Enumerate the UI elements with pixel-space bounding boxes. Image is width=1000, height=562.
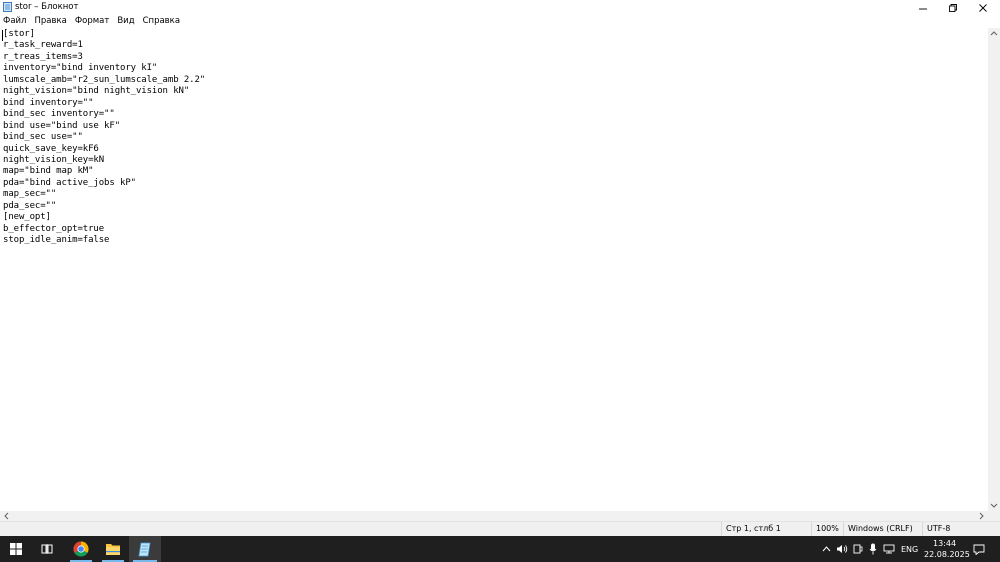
status-zoom: 100% [811,522,839,536]
editor-line[interactable]: inventory="bind inventory kI" [3,63,205,74]
editor-line[interactable]: quick_save_key=kF6 [3,144,205,155]
notepad-icon [3,2,12,12]
clock-date[interactable]: 22.08.2025 [924,550,970,559]
network-icon[interactable] [883,544,896,554]
title-bar[interactable]: stor – Блокнот [0,0,1000,15]
editor-line[interactable]: bind use="bind use kF" [3,121,205,132]
scrollbar-corner [988,511,1000,521]
scroll-down-arrow-icon[interactable] [990,503,998,509]
taskbar-file-explorer[interactable] [98,536,128,562]
editor-line[interactable]: night_vision="bind night_vision kN" [3,86,205,97]
editor-line[interactable]: map="bind map kM" [3,166,205,177]
menu-bar: Файл Правка Формат Вид Справка [0,15,1000,28]
close-button[interactable] [968,0,998,15]
start-icon [10,543,22,555]
language-indicator[interactable]: ENG [901,545,918,554]
task-view-button[interactable] [32,536,62,562]
taskbar: ENG 13:44 22.08.2025 [0,536,1000,562]
editor-line[interactable]: pda="bind active_jobs kP" [3,178,205,189]
restore-icon [949,3,957,12]
scroll-left-arrow-icon[interactable] [3,512,9,520]
editor-line[interactable]: stop_idle_anim=false [3,235,205,246]
editor-line[interactable]: lumscale_amb="r2_sun_lumscale_amb 2.2" [3,75,205,86]
minimize-icon [919,8,927,9]
status-cursor-position: Стр 1, стлб 1 [721,522,781,536]
device-icon[interactable] [853,544,863,554]
status-line-endings: Windows (CRLF) [843,522,913,536]
editor-line[interactable]: [stor] [3,29,205,40]
chrome-icon [73,541,89,557]
editor-line[interactable]: pda_sec="" [3,201,205,212]
status-bar: Стр 1, стлб 1 100% Windows (CRLF) UTF-8 [0,521,1000,536]
editor-line[interactable]: bind inventory="" [3,98,205,109]
status-encoding: UTF-8 [922,522,950,536]
menu-help[interactable]: Справка [139,15,184,28]
volume-icon[interactable] [836,544,848,554]
restore-button[interactable] [938,0,968,15]
notifications-icon[interactable] [973,544,985,555]
window-title: stor – Блокнот [15,2,79,12]
editor-line[interactable]: night_vision_key=kN [3,155,205,166]
horizontal-scrollbar[interactable] [0,511,988,521]
menu-edit[interactable]: Правка [30,15,70,28]
editor-line[interactable]: bind_sec inventory="" [3,109,205,120]
editor-line[interactable]: b_effector_opt=true [3,224,205,235]
scroll-right-arrow-icon[interactable] [979,512,985,520]
menu-format[interactable]: Формат [71,15,114,28]
clock-time[interactable]: 13:44 [933,539,956,548]
editor-line[interactable]: r_treas_items=3 [3,52,205,63]
start-button[interactable] [0,536,32,562]
close-icon [979,3,987,12]
editor-line[interactable]: r_task_reward=1 [3,40,205,51]
minimize-button[interactable] [908,0,938,15]
task-view-icon [41,544,53,554]
notepad-icon [138,542,151,556]
vertical-scrollbar[interactable] [988,28,1000,511]
text-caret [2,30,3,41]
editor-line[interactable]: map_sec="" [3,189,205,200]
file-explorer-icon [106,544,120,555]
editor-line[interactable]: [new_opt] [3,212,205,223]
show-hidden-icons-chevron-icon[interactable] [822,545,831,552]
editor-text[interactable]: [stor] r_task_reward=1 r_treas_items=3 inve… [3,29,205,247]
menu-file[interactable]: Файл [0,15,30,28]
editor-line[interactable]: bind_sec use="" [3,132,205,143]
taskbar-chrome[interactable] [66,536,96,562]
scroll-up-arrow-icon[interactable] [990,30,998,36]
microphone-icon[interactable] [869,543,877,555]
text-editor[interactable]: [stor] r_task_reward=1 r_treas_items=3 inve… [0,28,988,511]
taskbar-notepad[interactable] [129,536,161,562]
menu-view[interactable]: Вид [113,15,138,28]
